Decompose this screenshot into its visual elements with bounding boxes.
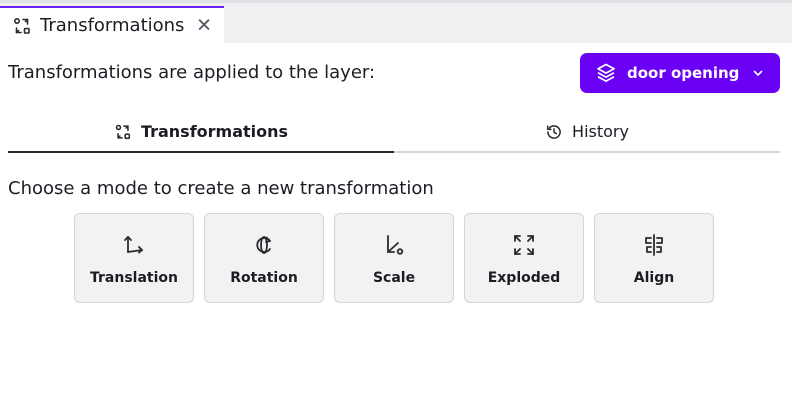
history-icon	[545, 123, 563, 141]
tab-title: Transformations	[40, 15, 185, 36]
mode-tabs: Transformations History	[8, 112, 780, 153]
exploded-icon	[511, 232, 537, 258]
align-icon	[641, 232, 667, 258]
layer-name: door opening	[627, 64, 740, 82]
mode-cards: Translation Rotation Scale Exploded Alig…	[74, 213, 714, 303]
rotation-mode-button[interactable]: Rotation	[204, 213, 324, 303]
transform-icon	[114, 123, 132, 141]
tab-transformations[interactable]: Transformations ✕	[0, 6, 224, 43]
transform-icon	[12, 16, 32, 36]
card-label: Scale	[372, 270, 416, 286]
layer-label: Transformations are applied to the layer…	[8, 62, 376, 83]
translation-mode-button[interactable]: Translation	[74, 213, 194, 303]
align-mode-button[interactable]: Align	[594, 213, 714, 303]
translation-icon	[121, 232, 147, 258]
card-label: Rotation	[230, 270, 298, 286]
layer-select-button[interactable]: door opening	[580, 53, 780, 93]
layers-icon	[595, 62, 617, 84]
scale-mode-button[interactable]: Scale	[334, 213, 454, 303]
card-label: Align	[633, 270, 675, 286]
tab-label: Transformations	[140, 122, 289, 141]
mode-prompt: Choose a mode to create a new transforma…	[8, 178, 434, 199]
tab-bar: Transformations ✕	[0, 0, 792, 43]
rotation-icon	[251, 232, 277, 258]
tab-transformations-mode[interactable]: Transformations	[8, 112, 394, 153]
card-label: Translation	[90, 270, 178, 286]
card-label: Exploded	[487, 270, 561, 286]
chevron-down-icon	[752, 67, 764, 79]
tab-history[interactable]: History	[394, 112, 780, 153]
exploded-mode-button[interactable]: Exploded	[464, 213, 584, 303]
tab-label: History	[572, 122, 629, 141]
scale-icon	[381, 232, 407, 258]
close-icon[interactable]: ✕	[196, 16, 212, 35]
